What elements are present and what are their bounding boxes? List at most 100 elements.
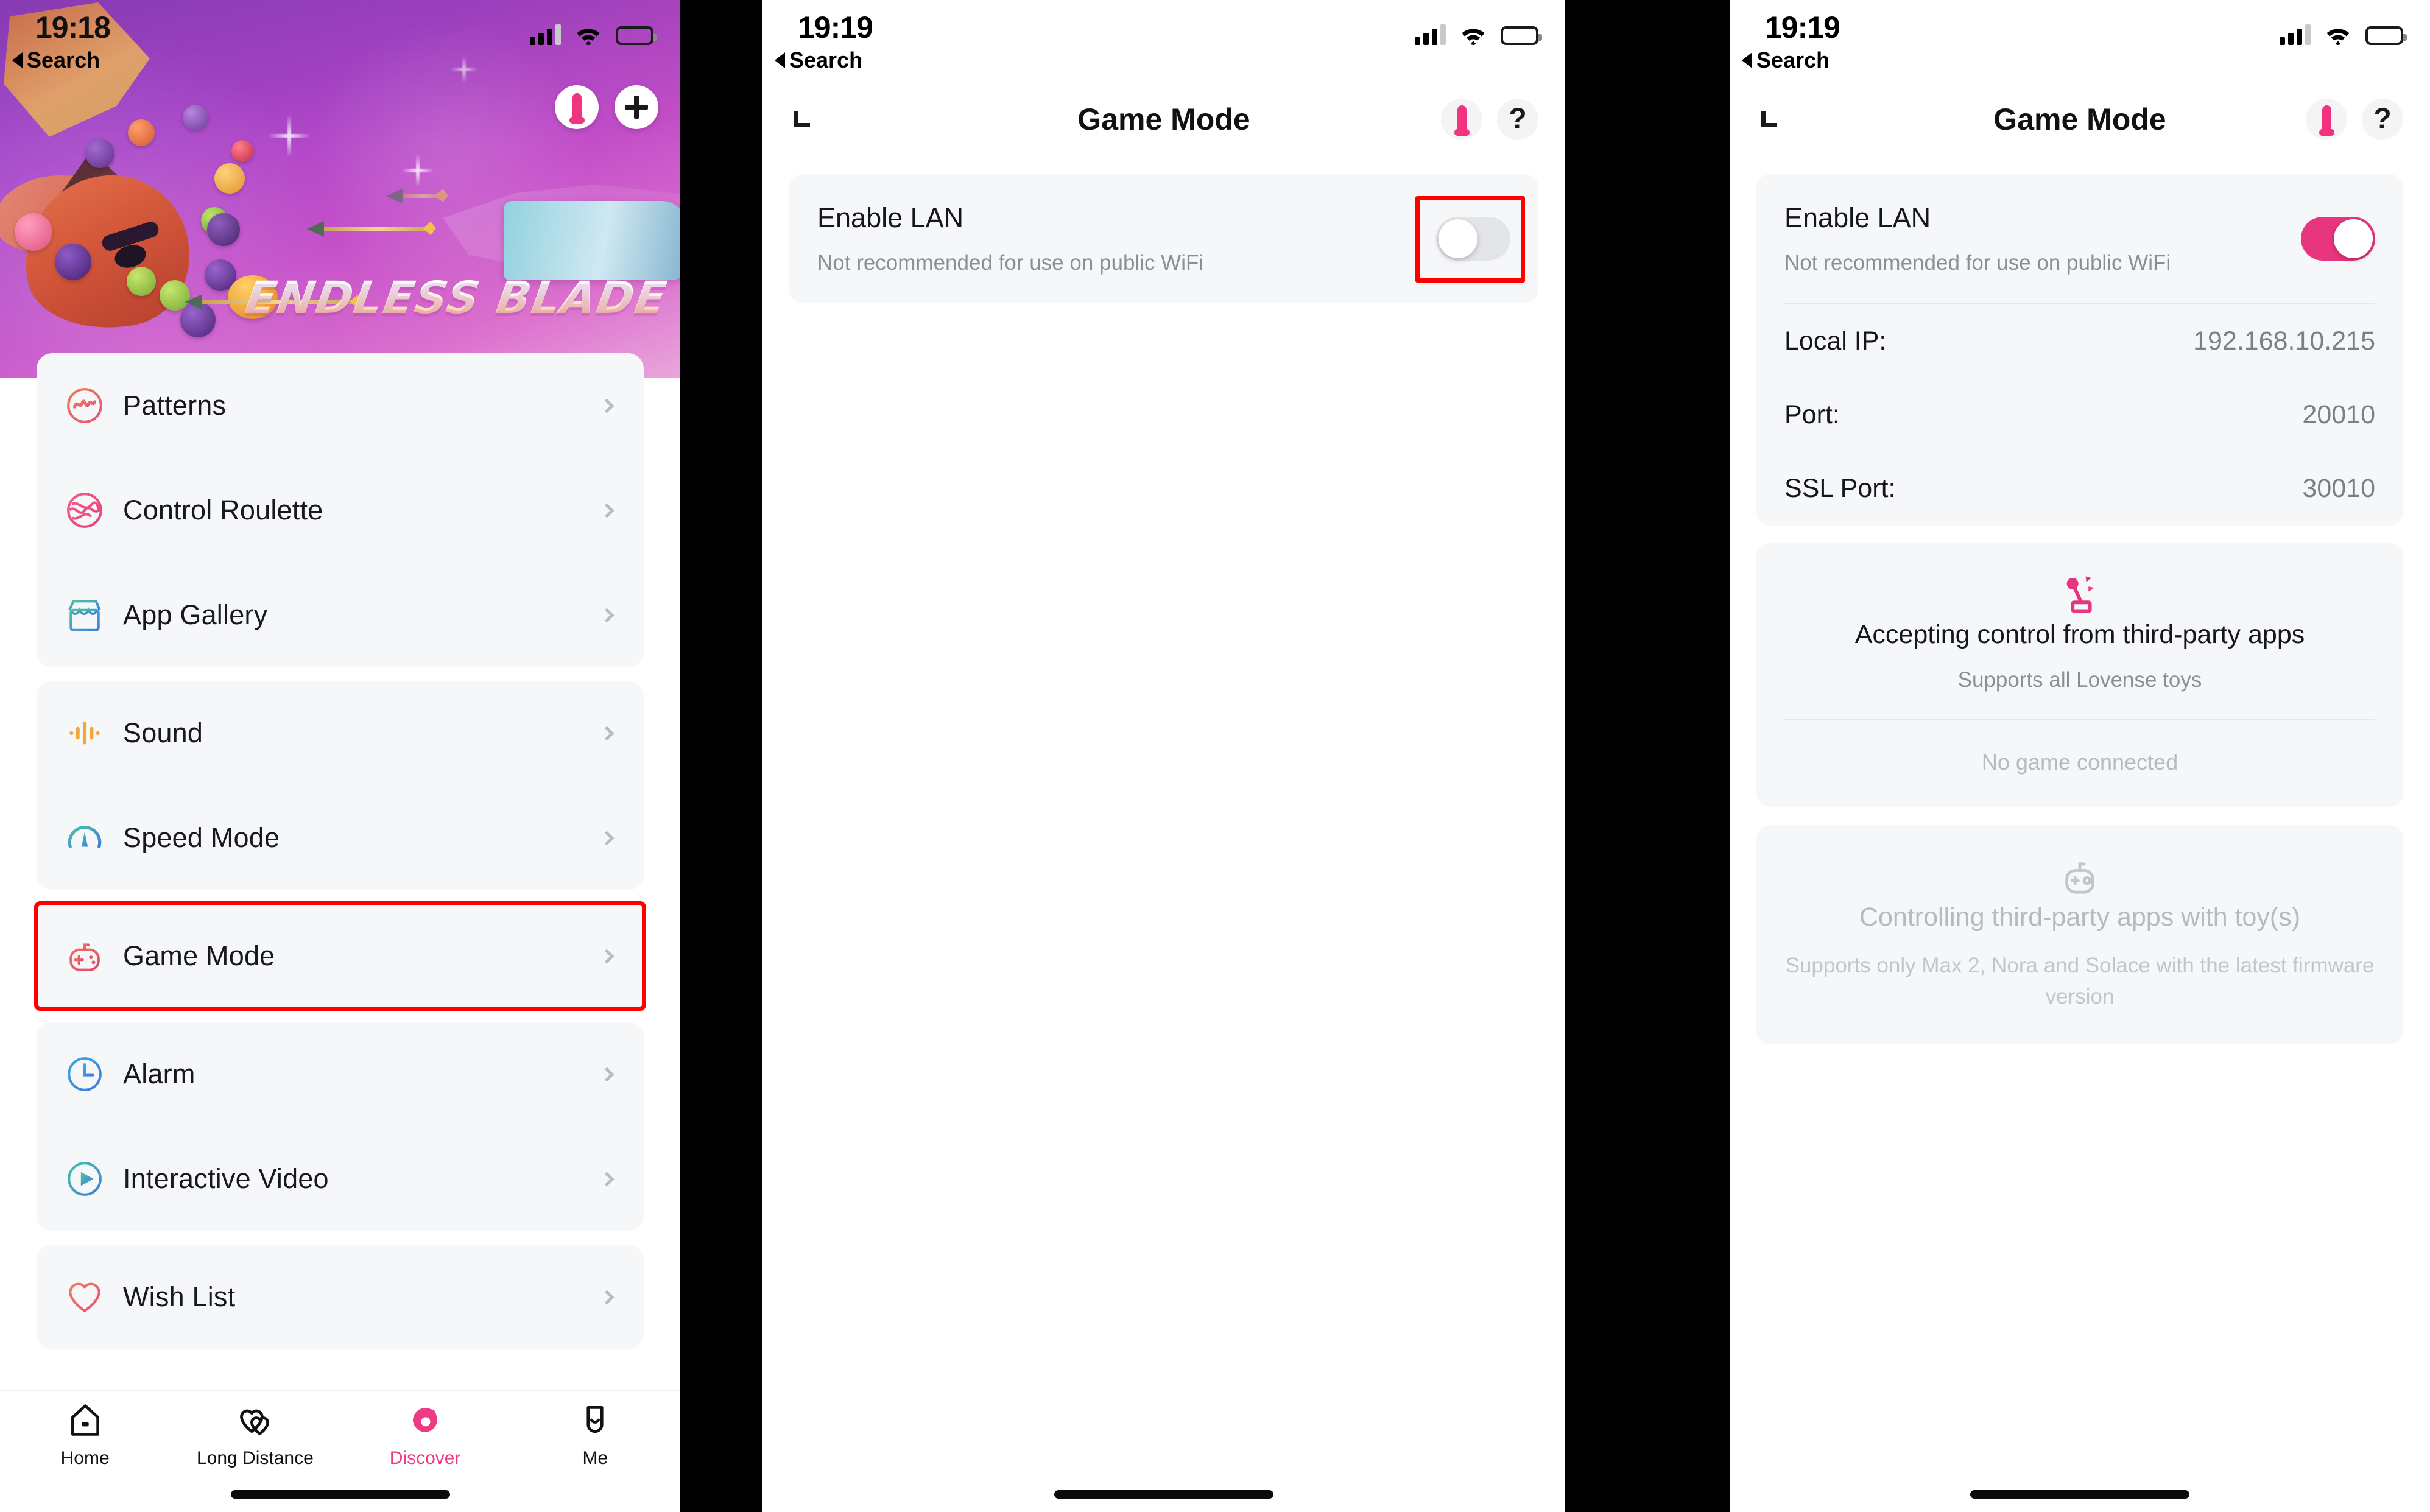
sidebar-item-patterns[interactable]: Patterns [37,353,644,458]
chevron-right-icon [599,1289,615,1305]
status-back-label: Search [789,47,863,72]
chevron-right-icon [599,502,615,518]
status-indicators [1415,23,1542,45]
toy-icon [2319,105,2334,136]
home-indicator [1970,1490,2189,1499]
status-back-label: Search [27,47,100,72]
toy-status-button[interactable] [555,85,599,129]
toy-status-button[interactable] [2306,99,2347,140]
play-circle-icon [65,1159,105,1199]
wifi-icon [577,29,600,45]
sidebar-item-alarm[interactable]: Alarm [37,1022,644,1127]
help-button[interactable]: ? [2362,99,2403,140]
patterns-icon [65,385,105,426]
back-button[interactable] [1761,111,1777,127]
lan-section: Enable LAN Not recommended for use on pu… [789,174,1538,303]
tab-me[interactable]: Me [510,1402,680,1469]
game-mode-body: Enable LAN Not recommended for use on pu… [1730,158,2430,1044]
tab-label: Discover [389,1448,461,1468]
enable-lan-row[interactable]: Enable LAN Not recommended for use on pu… [817,174,1525,303]
lan-section: Enable LAN Not recommended for use on pu… [1756,174,2403,526]
enable-lan-toggle[interactable] [1415,196,1525,283]
enable-lan-label: Enable LAN [817,202,964,233]
network-value: 30010 [2302,474,2375,503]
chevron-right-icon [599,1171,615,1187]
gamepad-icon [2057,862,2103,902]
nav-bar: Game Mode ? [762,80,1565,158]
nav-actions: ? [2306,99,2403,140]
phone-screen-game-mode-off: 19:19 Search Game Mode ? Enable LAN Not … [762,0,1565,1512]
sound-wave-icon [65,713,105,753]
battery-icon [616,26,657,45]
gamepad-icon [65,936,105,976]
toy-status-button[interactable] [1441,99,1482,140]
cellular-signal-icon [2280,23,2311,45]
sidebar-item-interactive-video[interactable]: Interactive Video [37,1127,644,1231]
menu-group-5: Wish List [37,1245,644,1349]
back-triangle-icon [775,52,785,68]
back-button[interactable] [794,111,810,127]
clock-icon [65,1054,105,1094]
plus-icon [625,96,648,119]
question-mark-icon: ? [1509,103,1527,135]
chevron-right-icon [599,830,615,846]
battery-icon [1501,26,1542,45]
sidebar-item-wish-list[interactable]: Wish List [37,1245,644,1349]
menu-group-game-mode: Game Mode [34,901,646,1011]
sidebar-item-sound[interactable]: Sound [37,681,644,786]
toggle-knob [2334,219,2373,258]
sidebar-item-label: Patterns [123,390,227,421]
card-subtitle: Supports all Lovense toys [1957,668,2202,692]
nav-bar: Game Mode ? [1730,80,2430,158]
sidebar-item-speed-mode[interactable]: Speed Mode [37,786,644,890]
network-row-port: Port: 20010 [1784,378,2375,452]
sidebar-item-control-roulette[interactable]: Control Roulette [37,458,644,563]
status-back-to-search[interactable]: Search [1742,47,1830,73]
network-key: Local IP: [1784,326,1887,356]
heart-icon [65,1277,105,1317]
sidebar-item-label: Control Roulette [123,494,323,526]
enable-lan-row[interactable]: Enable LAN Not recommended for use on pu… [1784,174,2375,303]
tab-home[interactable]: Home [0,1402,170,1469]
status-indicators [2280,23,2407,45]
network-row-local-ip: Local IP: 192.168.10.215 [1784,304,2375,378]
status-time: 19:19 [1765,10,1840,44]
chevron-right-icon [599,1066,615,1082]
store-icon [65,595,105,635]
controlling-apps-card: Controlling third-party apps with toy(s)… [1756,825,2403,1044]
sidebar-item-game-mode[interactable]: Game Mode [37,904,644,1008]
add-toy-button[interactable] [615,85,658,129]
help-button[interactable]: ? [1497,99,1538,140]
network-value: 20010 [2302,400,2375,429]
sidebar-item-label: Alarm [123,1058,195,1089]
screenshot-stage: ENDLESS BLADE 19:18 Search Patterns Cont… [0,0,2430,1512]
panel-gap-2 [1565,0,1730,1512]
status-bar: 19:19 Search [762,0,1565,80]
menu-group-1: Patterns Control Roulette App Gallery [37,353,644,667]
status-back-to-search[interactable]: Search [12,47,100,73]
status-back-label: Search [1756,47,1830,72]
enable-lan-toggle[interactable] [2301,217,2375,261]
chevron-right-icon [599,725,615,741]
hero-actions [555,85,658,129]
roulette-icon [65,490,105,530]
chevron-right-icon [599,948,615,964]
toggle-knob [1439,219,1477,258]
sidebar-item-app-gallery[interactable]: App Gallery [37,563,644,667]
toy-icon [569,93,585,124]
tab-label: Me [582,1448,608,1468]
toy-icon [1454,105,1470,136]
sidebar-item-label: Wish List [123,1281,236,1312]
discover-menu: Patterns Control Roulette App Gallery So… [0,0,680,1363]
status-back-to-search[interactable]: Search [775,47,862,73]
game-mode-body: Enable LAN Not recommended for use on pu… [762,158,1565,303]
phone-screen-game-mode-on: 19:19 Search Game Mode ? Enable LAN Not … [1730,0,2430,1512]
card-subtitle: Supports only Max 2, Nora and Solace wit… [1785,954,2375,1008]
tab-long-distance[interactable]: Long Distance [170,1402,340,1469]
page-title: Game Mode [1077,102,1250,136]
tab-discover[interactable]: Discover [340,1402,510,1469]
tab-label: Home [60,1448,110,1468]
card-title: Accepting control from third-party apps [1854,620,2305,649]
sidebar-item-label: Interactive Video [123,1163,329,1194]
status-indicators [530,23,657,45]
